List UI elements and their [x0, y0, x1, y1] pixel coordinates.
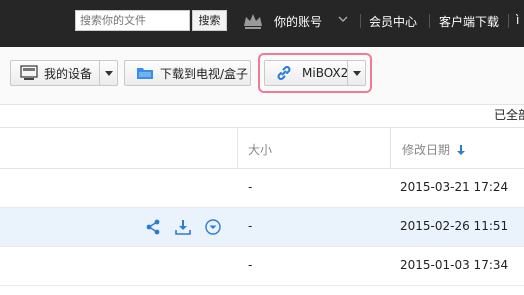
- column-header-size[interactable]: 大小: [248, 141, 272, 158]
- column-divider: [390, 128, 391, 169]
- table-row[interactable]: - 2015-01-03 17:34: [0, 247, 524, 286]
- table-header: 大小 修改日期: [0, 127, 524, 169]
- device-highlight-outline: [258, 53, 372, 93]
- top-bar: 搜索 你的账号 会员中心 客户端下载 ì: [0, 0, 524, 47]
- download-icon[interactable]: [174, 218, 192, 236]
- account-name[interactable]: 你的账号: [274, 13, 322, 30]
- folder-tv-icon: [137, 68, 153, 79]
- table-row[interactable]: - 2015-03-21 17:24: [0, 169, 524, 208]
- my-devices-label: 我的设备: [44, 66, 93, 81]
- more-link-cut[interactable]: ì: [516, 13, 519, 27]
- more-options-icon[interactable]: [204, 218, 222, 236]
- divider: [429, 14, 430, 28]
- sort-down-arrow-icon[interactable]: [456, 145, 465, 155]
- caret-down-icon: [104, 70, 113, 76]
- chevron-down-icon[interactable]: [338, 14, 348, 24]
- file-size: -: [248, 219, 253, 233]
- select-all-status: 已全部: [494, 108, 524, 122]
- column-divider: [237, 128, 238, 169]
- divider: [508, 14, 509, 28]
- modified-date: 2015-02-26 11:51: [400, 219, 509, 233]
- row-actions: [144, 218, 222, 236]
- member-center-link[interactable]: 会员中心: [369, 13, 417, 30]
- modified-date: 2015-03-21 17:24: [400, 180, 509, 194]
- column-header-modified-label: 修改日期: [402, 143, 451, 157]
- download-to-tv-label: 下载到电视/盒子: [160, 66, 249, 81]
- search-button[interactable]: 搜索: [192, 10, 227, 31]
- search-input[interactable]: [75, 10, 190, 31]
- column-header-modified[interactable]: 修改日期: [402, 141, 465, 158]
- table-row[interactable]: - 2015-02-26 11:51: [0, 208, 524, 247]
- search-box: 搜索: [75, 10, 227, 31]
- my-devices-dropdown[interactable]: [99, 61, 117, 85]
- my-devices-button[interactable]: 我的设备: [10, 60, 118, 86]
- modified-date: 2015-01-03 17:34: [400, 258, 509, 272]
- download-to-tv-button[interactable]: 下载到电视/盒子: [124, 60, 251, 86]
- file-size: -: [248, 180, 253, 194]
- client-download-link[interactable]: 客户端下载: [439, 13, 499, 30]
- file-size: -: [248, 258, 253, 272]
- crown-icon: [244, 14, 262, 29]
- share-icon[interactable]: [144, 218, 162, 236]
- monitor-icon: [20, 65, 38, 80]
- divider: [360, 14, 361, 28]
